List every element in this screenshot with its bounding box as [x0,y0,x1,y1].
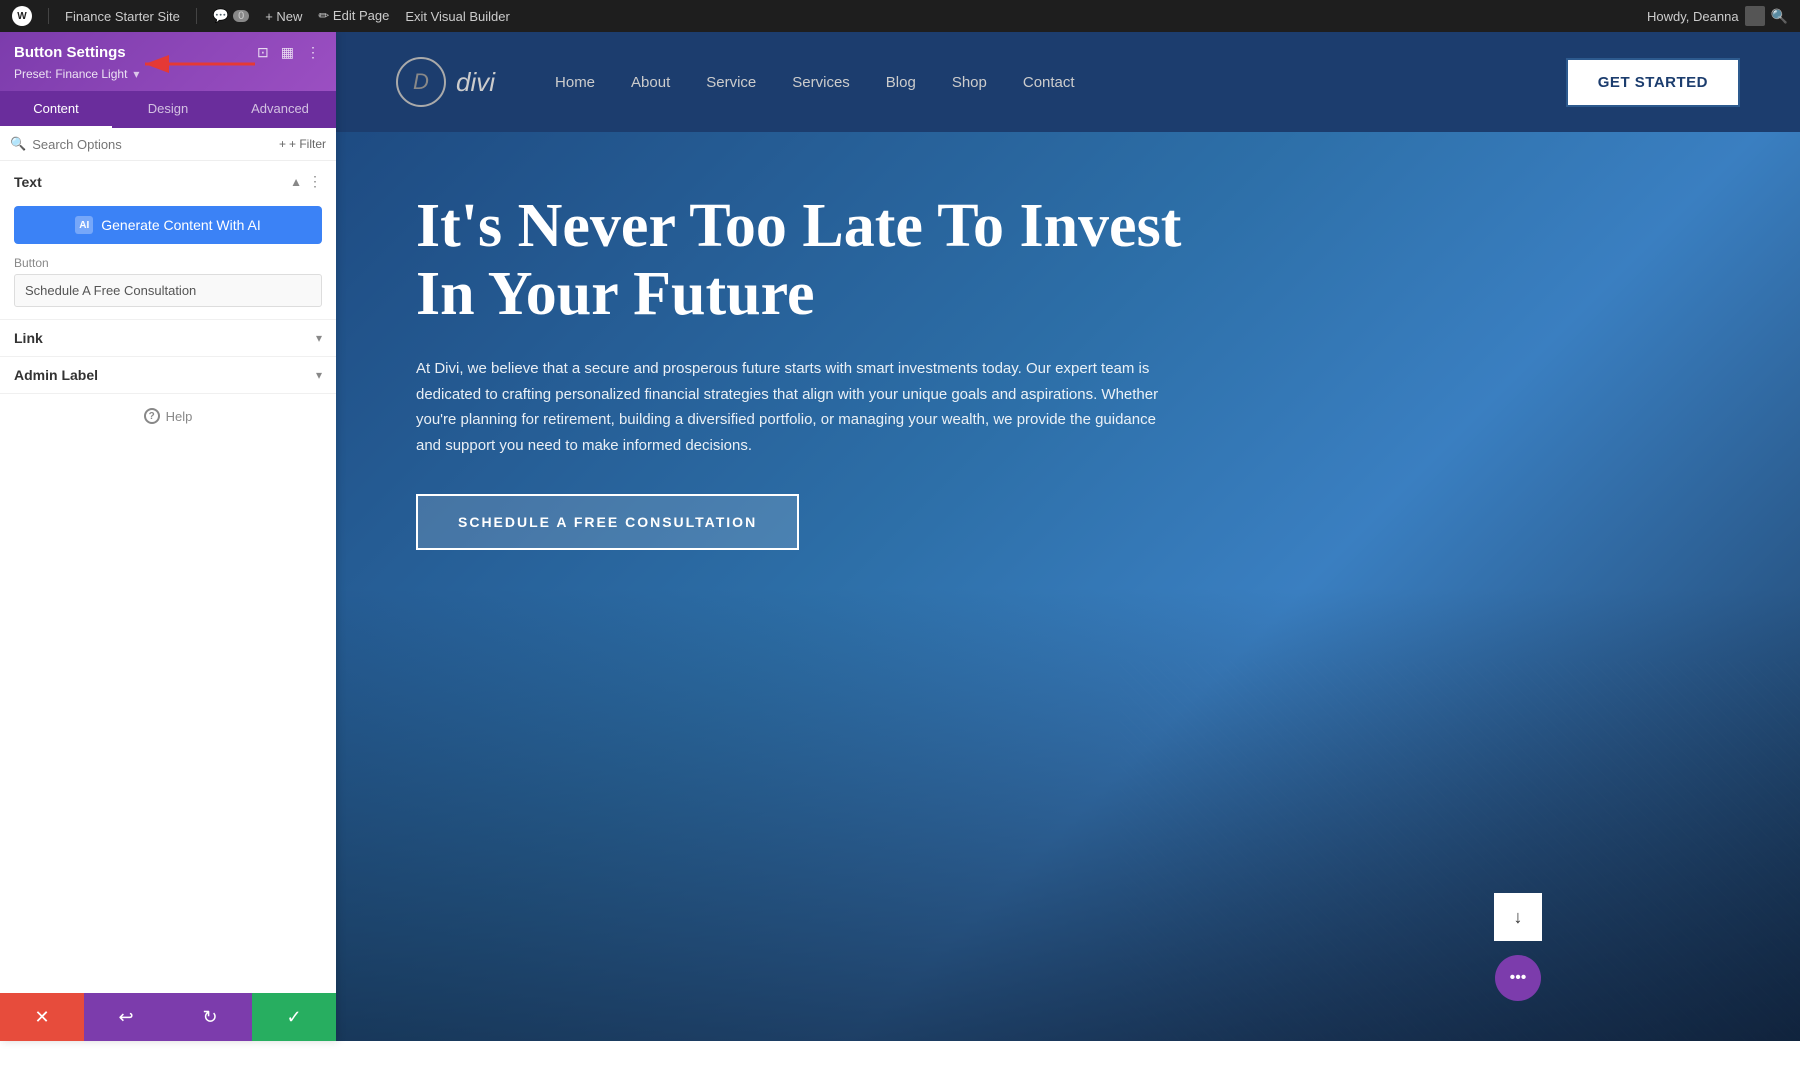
nav-about[interactable]: About [631,74,670,91]
tab-content[interactable]: Content [0,91,112,128]
nav-services[interactable]: Services [792,74,850,91]
site-navigation: D divi Home About Service Services Blog … [336,32,1800,132]
panel-header: Button Settings ⊡ ▦ ⋮ Preset: [0,32,336,91]
panel-content: Text ▲ ⋮ AI Generate Content With AI But… [0,161,336,993]
admin-label-section-title: Admin Label [14,367,98,383]
hero-title: It's Never Too Late To Invest In Your Fu… [416,192,1236,328]
text-section: Text ▲ ⋮ AI Generate Content With AI But… [0,161,336,320]
nav-blog[interactable]: Blog [886,74,916,91]
fab-dots-icon: ••• [1510,969,1527,987]
admin-label-section-header[interactable]: Admin Label ▾ [0,357,336,393]
nav-shop[interactable]: Shop [952,74,987,91]
more-options-icon[interactable]: ⋮ [304,42,322,63]
button-text-input[interactable]: Schedule A Free Consultation [14,274,322,307]
help-row[interactable]: ? Help [0,394,336,438]
undo-button[interactable]: ↩ [84,993,168,1041]
panel-title: Button Settings [14,44,126,61]
nav-links: Home About Service Services Blog Shop Co… [555,74,1566,91]
text-section-header[interactable]: Text ▲ ⋮ [0,161,336,202]
admin-label-section: Admin Label ▾ [0,357,336,394]
comments-count: 0 [233,10,249,22]
cancel-button[interactable]: ✕ [0,993,84,1041]
wp-logo-icon[interactable]: W [12,6,32,26]
nav-home[interactable]: Home [555,74,595,91]
link-section-header[interactable]: Link ▾ [0,320,336,356]
comments-icon: 💬 [213,8,229,24]
fab-menu-button[interactable]: ••• [1495,955,1541,1001]
columns-icon[interactable]: ▦ [279,42,296,63]
site-preview: D divi Home About Service Services Blog … [336,32,1800,1041]
logo-circle-icon: D [396,57,446,107]
help-label: Help [166,409,193,424]
filter-button[interactable]: + + Filter [279,137,326,151]
link-section: Link ▾ [0,320,336,357]
hero-content: It's Never Too Late To Invest In Your Fu… [416,192,1236,550]
wp-admin-bar: W Finance Starter Site 💬 0 + New ✏ Edit … [0,0,1800,32]
arrow-down-icon: ↓ [1514,907,1523,928]
red-arrow [140,50,260,78]
search-icon: 🔍 [10,136,26,152]
text-section-title: Text [14,174,42,190]
edit-page-link[interactable]: ✏ Edit Page [318,8,389,24]
redo-button[interactable]: ↻ [168,993,252,1041]
tab-design[interactable]: Design [112,91,224,128]
nav-service[interactable]: Service [706,74,756,91]
text-section-chevron-icon: ▲ [290,175,302,189]
ai-icon: AI [75,216,93,234]
panel-bottom-bar: ✕ ↩ ↻ ✓ [0,993,336,1041]
search-input[interactable] [32,137,273,152]
link-section-chevron-icon: ▾ [316,331,322,345]
scroll-down-arrow[interactable]: ↓ [1494,893,1542,941]
link-section-title: Link [14,330,43,346]
comments-link[interactable]: 💬 0 [213,8,249,24]
search-icon[interactable]: 🔍 [1771,8,1788,25]
settings-panel: Button Settings ⊡ ▦ ⋮ Preset: [0,32,336,1041]
exit-builder-link[interactable]: Exit Visual Builder [405,9,510,24]
avatar [1745,6,1765,26]
site-name-link[interactable]: Finance Starter Site [65,9,180,24]
hero-description: At Divi, we believe that a secure and pr… [416,356,1176,458]
text-section-menu-icon[interactable]: ⋮ [308,173,322,190]
generate-ai-button[interactable]: AI Generate Content With AI [14,206,322,244]
filter-icon: + [279,137,286,151]
admin-label-section-chevron-icon: ▾ [316,368,322,382]
nav-cta-button[interactable]: GET STARTED [1566,58,1740,107]
help-icon: ? [144,408,160,424]
button-field-label: Button [0,256,336,274]
howdy-section: Howdy, Deanna 🔍 [1647,6,1788,26]
hero-bg-pattern [1120,661,1800,1041]
search-bar: 🔍 + + Filter [0,128,336,161]
save-button[interactable]: ✓ [252,993,336,1041]
preset-label: Preset: Finance Light [14,67,127,81]
panel-tabs: Content Design Advanced [0,91,336,128]
hero-section: It's Never Too Late To Invest In Your Fu… [336,132,1800,1041]
logo-text: divi [456,67,495,98]
nav-contact[interactable]: Contact [1023,74,1075,91]
site-logo: D divi [396,57,495,107]
tab-advanced[interactable]: Advanced [224,91,336,128]
hero-cta-button[interactable]: SCHEDULE A FREE CONSULTATION [416,494,799,550]
howdy-label: Howdy, Deanna [1647,9,1739,24]
new-content-link[interactable]: + New [265,9,302,24]
preset-chevron-icon[interactable]: ▾ [133,67,139,81]
